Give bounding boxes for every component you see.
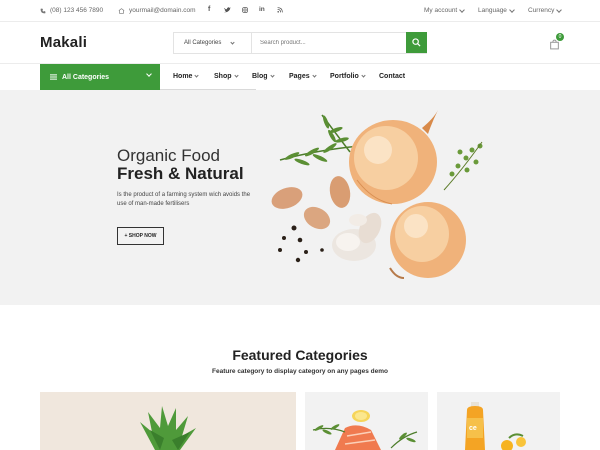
- phone-number: (08) 123 456 7890: [50, 7, 104, 14]
- hero-subtitle: Organic Food: [117, 146, 220, 165]
- chevron-down-icon: [146, 71, 152, 77]
- nav-item-label: Portfolio: [330, 73, 359, 80]
- svg-text:ce: ce: [469, 425, 477, 432]
- language-label: Language: [478, 7, 507, 14]
- hero-description: Is the product of a farming system wich …: [117, 192, 251, 207]
- juice-bottle-image: ce: [465, 402, 526, 450]
- featured-categories-title: Featured Categories: [232, 347, 368, 363]
- chevron-down-icon: [233, 73, 239, 78]
- twitter-icon[interactable]: [224, 7, 231, 13]
- hero-banner: Organic Food Fresh & Natural Is the prod…: [0, 90, 600, 305]
- cart-count-badge: 0: [556, 33, 564, 41]
- site-header: Makali All Categories 0: [0, 22, 600, 64]
- search-button[interactable]: [406, 32, 427, 53]
- email-contact: yourmail@domain.com: [118, 7, 196, 14]
- logo-text: Makali: [40, 34, 88, 51]
- all-categories-button[interactable]: All Categories: [40, 64, 160, 90]
- chevron-down-icon: [459, 6, 466, 13]
- pineapple-image: [140, 406, 196, 450]
- hero-title: Fresh & Natural: [117, 164, 244, 183]
- my-account-label: My account: [424, 7, 458, 14]
- language-dropdown[interactable]: Language: [478, 6, 515, 14]
- nav-item-blog[interactable]: Blog: [252, 73, 275, 80]
- site-logo[interactable]: Makali: [40, 34, 87, 51]
- menu-icon: [50, 74, 57, 80]
- search-input[interactable]: [252, 33, 406, 53]
- shop-now-button[interactable]: + SHOP NOW: [117, 227, 164, 245]
- currency-dropdown[interactable]: Currency: [528, 6, 563, 14]
- nav-item-shop[interactable]: Shop: [214, 73, 239, 80]
- featured-categories-subtitle: Feature category to display category on …: [212, 368, 388, 375]
- category-select-label: All Categories: [184, 40, 222, 46]
- nav-item-label: Blog: [252, 73, 268, 80]
- currency-label: Currency: [528, 7, 555, 14]
- instagram-icon[interactable]: [242, 7, 248, 13]
- chevron-down-icon: [194, 73, 200, 78]
- chevron-down-icon: [361, 73, 366, 78]
- nav-item-label: Pages: [289, 73, 310, 80]
- search-bar: All Categories: [173, 32, 427, 54]
- main-navigation: All Categories Home Shop Blog Pages Port…: [0, 64, 600, 90]
- nav-item-portfolio[interactable]: Portfolio: [330, 73, 366, 80]
- category-card-plants[interactable]: [40, 392, 296, 450]
- rss-icon[interactable]: [277, 7, 283, 13]
- nav-item-home[interactable]: Home: [173, 73, 200, 80]
- chevron-down-icon: [509, 6, 515, 13]
- onion-garlic-illustration: [271, 110, 483, 279]
- phone-icon: [40, 8, 46, 13]
- nav-item-label: Contact: [379, 73, 406, 80]
- facebook-icon[interactable]: f: [208, 6, 210, 13]
- nav-item-pages[interactable]: Pages: [289, 73, 317, 80]
- all-categories-label: All Categories: [62, 73, 110, 81]
- chevron-down-icon: [556, 6, 563, 13]
- nav-item-contact[interactable]: Contact: [379, 73, 405, 80]
- linkedin-icon[interactable]: in: [259, 6, 265, 13]
- salmon-image: [312, 410, 418, 450]
- my-account-dropdown[interactable]: My account: [424, 6, 466, 14]
- email-address: yourmail@domain.com: [129, 7, 196, 14]
- top-bar: (08) 123 456 7890 yourmail@domain.com f …: [0, 0, 600, 22]
- home-icon: [118, 7, 125, 14]
- category-card-juice[interactable]: ce: [437, 392, 560, 450]
- search-icon: [412, 38, 421, 47]
- chevron-down-icon: [230, 39, 235, 45]
- nav-item-label: Home: [173, 73, 193, 80]
- phone-contact: (08) 123 456 7890: [40, 7, 103, 14]
- chevron-down-icon: [312, 73, 317, 78]
- nav-item-label: Shop: [214, 73, 232, 80]
- cart-button[interactable]: 0: [549, 33, 564, 51]
- category-card-seafood[interactable]: [305, 392, 428, 450]
- chevron-down-icon: [269, 73, 275, 78]
- category-select[interactable]: All Categories: [174, 33, 252, 53]
